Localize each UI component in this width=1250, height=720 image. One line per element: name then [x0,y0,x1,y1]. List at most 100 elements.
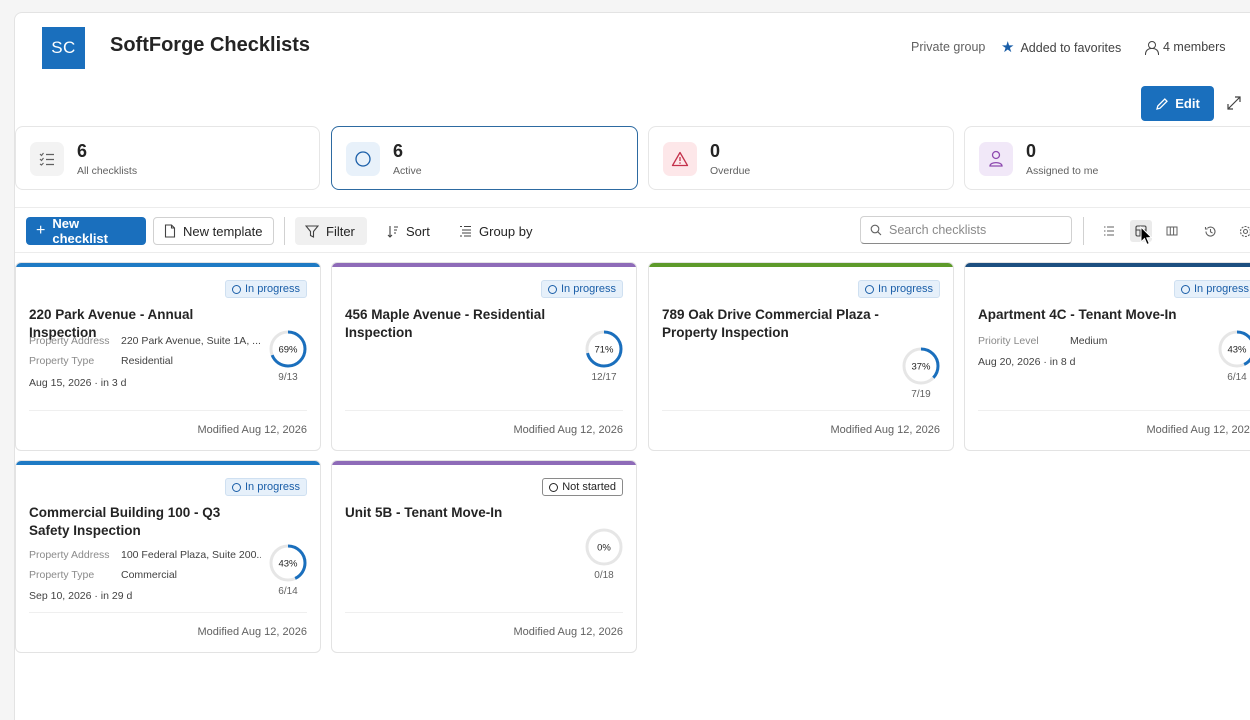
progress-ring: 0% [585,528,623,566]
toolbar-divider [1083,217,1084,245]
status-circle-icon [231,284,241,294]
status-badge: In progress [224,280,307,298]
page-title: SoftForge Checklists [110,34,311,56]
field-value: Medium [1070,335,1108,347]
status-badge: In progress [540,280,623,298]
edit-label: Edit [1175,96,1200,111]
checklist-card[interactable]: In progress Apartment 4C - Tenant Move-In… [964,262,1250,451]
field-value: 100 Federal Plaza, Suite 200... [121,549,261,561]
stat-active[interactable]: 6 Active [331,126,638,190]
card-field: Property Address 220 Park Avenue, Suite 1… [29,335,261,347]
filter-button[interactable]: Filter [295,217,367,245]
board-view-icon[interactable] [1161,220,1183,242]
expand-icon[interactable] [1225,95,1243,113]
checklist-card[interactable]: In progress Commercial Building 100 - Q3 … [15,460,321,653]
history-icon[interactable] [1199,220,1221,242]
due-date: Sep 10, 2026 · in 29 d [29,590,133,602]
card-color-bar [16,263,320,267]
group-by-button[interactable]: Group by [449,217,542,245]
new-checklist-label: New checklist [52,216,108,246]
gear-icon[interactable] [1234,220,1250,242]
card-color-bar [16,461,320,465]
due-date: Aug 15, 2026 · in 3 d [29,377,127,389]
stat-count: 6 [393,141,404,161]
field-value: 220 Park Avenue, Suite 1A, ... [121,335,261,347]
card-color-bar [965,263,1250,267]
progress-count: 6/14 [278,586,298,597]
app-window: SC SoftForge Checklists Private group ★ … [14,12,1250,720]
status-badge: Not started [542,478,623,496]
favorites-button[interactable]: ★ Added to favorites [1001,40,1121,55]
progress-ring: 43% [269,544,307,582]
status-text: In progress [244,283,300,295]
stat-count: 0 [1026,141,1037,161]
sort-button[interactable]: Sort [377,217,440,245]
status-circle-icon [231,482,241,492]
stat-label: All checklists [77,165,138,177]
stat-label: Overdue [710,165,751,177]
modified-date: Modified Aug 12, 2026 [1146,424,1250,436]
members-button[interactable]: 4 members [1145,40,1226,55]
checklist-card[interactable]: In progress 789 Oak Drive Commercial Plaz… [648,262,954,451]
status-text: In progress [877,283,933,295]
group-logo: SC [42,27,85,69]
checklist-card[interactable]: In progress 456 Maple Avenue - Residentia… [331,262,637,451]
group-header: SC SoftForge Checklists Private group ★ … [15,13,1250,121]
status-circle-icon [864,284,874,294]
stat-count: 6 [77,141,88,161]
filter-icon [305,224,319,238]
field-key: Property Type [29,355,95,367]
edit-button[interactable]: Edit [1141,86,1214,121]
progress-ring: 71% [585,330,623,368]
modified-date: Modified Aug 12, 2026 [197,424,307,436]
status-badge: In progress [1173,280,1250,298]
stat-assigned-to-me[interactable]: 0 Assigned to me [964,126,1250,190]
privacy-label: Private group [911,40,985,54]
field-key: Property Address [29,335,110,347]
card-title[interactable]: 456 Maple Avenue - Residential Inspectio… [345,306,577,342]
stat-label: Assigned to me [1026,165,1099,177]
search-input[interactable] [889,223,1069,237]
field-key: Property Type [29,569,95,581]
card-title[interactable]: Unit 5B - Tenant Move-In [345,504,577,522]
search-box[interactable] [860,216,1072,244]
card-title[interactable]: Apartment 4C - Tenant Move-In [978,306,1210,324]
checklist-card[interactable]: In progress 220 Park Avenue - Annual Insp… [15,262,321,451]
group-by-label: Group by [479,223,533,239]
progress-ring: 37% [902,347,940,385]
modified-date: Modified Aug 12, 2026 [513,626,623,638]
card-title[interactable]: 789 Oak Drive Commercial Plaza - Propert… [662,306,894,342]
group-by-icon [460,225,471,237]
stat-overdue[interactable]: 0 Overdue [648,126,954,190]
card-field: Priority Level Medium [978,335,1107,347]
progress-percent: 43% [278,559,298,570]
due-date: Aug 20, 2026 · in 8 d [978,356,1076,368]
mouse-cursor [1140,226,1153,246]
status-text: Not started [562,481,616,493]
field-value: Residential [121,355,173,367]
toolbar-divider [284,217,285,245]
list-view-icon[interactable] [1098,220,1120,242]
progress-count: 6/14 [1227,372,1247,383]
filter-label: Filter [326,223,355,239]
status-text: In progress [244,481,300,493]
stat-all-checklists[interactable]: 6 All checklists [15,126,320,190]
field-value: Commercial [121,569,178,581]
card-divider [29,410,307,411]
card-color-bar [649,263,953,267]
list-icon [30,142,64,176]
stat-label: Active [393,165,422,177]
new-template-button[interactable]: New template [153,217,274,245]
progress-percent: 43% [1227,345,1247,356]
progress-count: 12/17 [591,372,617,383]
plus-icon: + [36,222,46,239]
checklist-card[interactable]: Not started Unit 5B - Tenant Move-In 0% 0/1… [331,460,637,653]
members-text: 4 members [1163,40,1226,54]
card-title[interactable]: Commercial Building 100 - Q3 Safety Insp… [29,504,261,540]
progress-ring: 43% [1218,330,1250,368]
new-checklist-button[interactable]: + New checklist [26,216,146,246]
progress-percent: 71% [594,345,614,356]
person-icon [979,142,1013,176]
card-divider [345,410,623,411]
document-icon [164,224,176,238]
